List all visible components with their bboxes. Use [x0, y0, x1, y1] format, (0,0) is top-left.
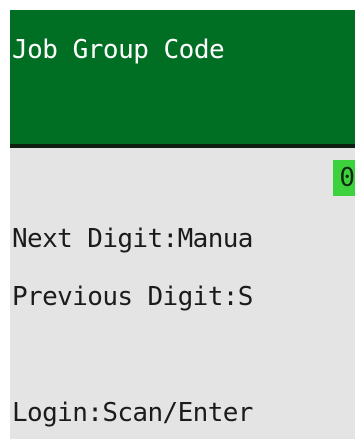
next-digit-hint: Next Digit:Manua	[12, 224, 253, 254]
header-bar: Job Group Code	[10, 10, 355, 148]
previous-digit-hint: Previous Digit:S	[12, 282, 253, 312]
job-group-code-input[interactable]: 0	[333, 160, 355, 196]
login-hint: Login:Scan/Enter	[12, 398, 253, 428]
page-title: Job Group Code	[12, 35, 225, 65]
entry-row: 0	[10, 160, 355, 196]
terminal-screen: Job Group Code 0 Next Digit:Manua Previo…	[10, 10, 355, 439]
